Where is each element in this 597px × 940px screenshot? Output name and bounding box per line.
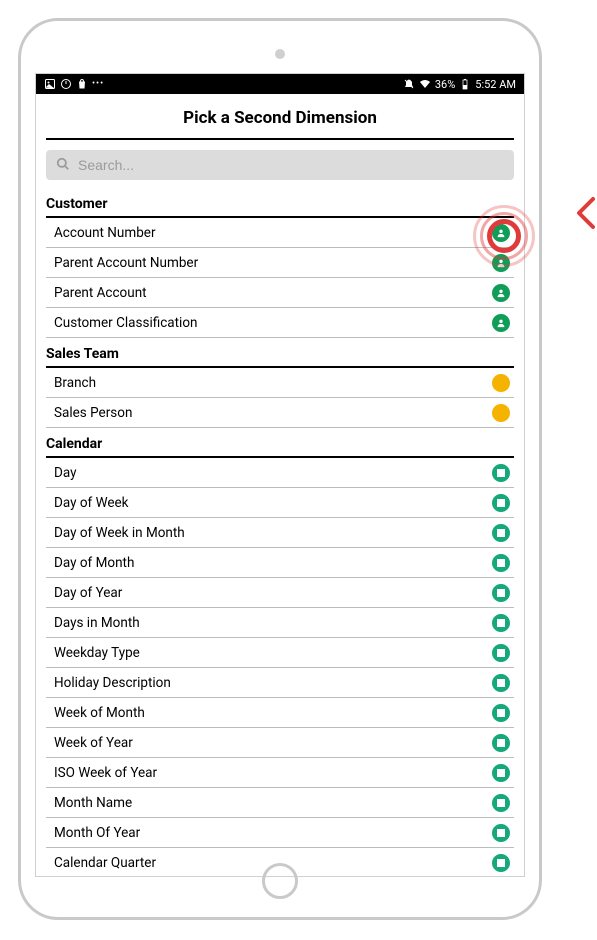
list-item[interactable]: Day: [46, 458, 514, 488]
list-item[interactable]: Sales Person: [46, 398, 514, 428]
wifi-icon: [419, 78, 431, 90]
list-item-label: Parent Account Number: [54, 255, 198, 271]
list-item[interactable]: Day of Week in Month: [46, 518, 514, 548]
list-item-label: Customer Classification: [54, 315, 197, 331]
section-header: Sales Team: [46, 338, 514, 368]
calendar-dimension-icon: [492, 674, 510, 692]
list-item-label: Calendar Quarter: [54, 855, 156, 871]
list-item-label: Day: [54, 465, 77, 481]
calendar-dimension-icon: [492, 704, 510, 722]
list-item-label: Week of Year: [54, 735, 133, 751]
calendar-dimension-icon: [492, 614, 510, 632]
search-input[interactable]: [78, 157, 504, 173]
calendar-dimension-icon: [492, 854, 510, 872]
arrow-indicator-icon: [575, 195, 597, 239]
section-header: Calendar: [46, 428, 514, 458]
list-item-label: Sales Person: [54, 405, 132, 421]
list-item[interactable]: Month Name: [46, 788, 514, 818]
battery-percent: 36%: [435, 78, 455, 91]
list-item[interactable]: Account Number: [46, 218, 514, 248]
list-item-label: Day of Week in Month: [54, 525, 185, 541]
calendar-dimension-icon: [492, 644, 510, 662]
sales-dimension-icon: [492, 404, 510, 422]
list-item-label: Parent Account: [54, 285, 147, 301]
list-item[interactable]: Week of Month: [46, 698, 514, 728]
search-bar[interactable]: [46, 150, 514, 180]
battery-icon: [459, 78, 471, 90]
tablet-frame: ••• 36% 5:52 AM Pick a Second Dimension: [18, 18, 542, 920]
calendar-dimension-icon: [492, 554, 510, 572]
list-item-label: Day of Month: [54, 555, 134, 571]
list-item[interactable]: Branch: [46, 368, 514, 398]
list-item-label: Days in Month: [54, 615, 140, 631]
list-item[interactable]: Customer Classification: [46, 308, 514, 338]
list-item-label: Month Name: [54, 795, 132, 811]
list-item-label: Weekday Type: [54, 645, 140, 661]
front-camera: [275, 49, 285, 59]
calendar-dimension-icon: [492, 494, 510, 512]
customer-dimension-icon: [492, 314, 510, 332]
list-item-label: ISO Week of Year: [54, 765, 157, 781]
sales-dimension-icon: [492, 374, 510, 392]
list-item-label: Day of Week: [54, 495, 129, 511]
customer-dimension-icon: [492, 224, 510, 242]
customer-dimension-icon: [492, 254, 510, 272]
section-header: Customer: [46, 188, 514, 218]
page-title: Pick a Second Dimension: [46, 94, 514, 140]
more-icon: •••: [92, 79, 104, 89]
clock-time: 5:52 AM: [475, 78, 516, 91]
power-icon: [60, 78, 72, 90]
calendar-dimension-icon: [492, 464, 510, 482]
list-item[interactable]: Holiday Description: [46, 668, 514, 698]
calendar-dimension-icon: [492, 764, 510, 782]
customer-dimension-icon: [492, 284, 510, 302]
list-item-label: Week of Month: [54, 705, 145, 721]
list-item-label: Month Of Year: [54, 825, 140, 841]
list-item[interactable]: Weekday Type: [46, 638, 514, 668]
list-item[interactable]: Day of Year: [46, 578, 514, 608]
list-item[interactable]: ISO Week of Year: [46, 758, 514, 788]
calendar-dimension-icon: [492, 734, 510, 752]
calendar-dimension-icon: [492, 794, 510, 812]
list-item[interactable]: Month Of Year: [46, 818, 514, 848]
search-icon: [56, 156, 70, 175]
list-item[interactable]: Parent Account Number: [46, 248, 514, 278]
mute-icon: [403, 78, 415, 90]
list-item[interactable]: Day of Week: [46, 488, 514, 518]
image-icon: [44, 78, 56, 90]
list-item[interactable]: Day of Month: [46, 548, 514, 578]
list-item[interactable]: Days in Month: [46, 608, 514, 638]
app-screen: ••• 36% 5:52 AM Pick a Second Dimension: [35, 73, 525, 877]
calendar-dimension-icon: [492, 824, 510, 842]
android-status-bar: ••• 36% 5:52 AM: [36, 74, 524, 94]
list-item-label: Branch: [54, 375, 96, 391]
list-item-label: Holiday Description: [54, 675, 171, 691]
list-item-label: Day of Year: [54, 585, 122, 601]
dimension-list: Customer Account Number Parent Account Num…: [36, 188, 524, 876]
home-button[interactable]: [262, 863, 298, 899]
list-item[interactable]: Week of Year: [46, 728, 514, 758]
list-item-label: Account Number: [54, 225, 156, 241]
list-item[interactable]: Parent Account: [46, 278, 514, 308]
bag-icon: [76, 78, 88, 90]
calendar-dimension-icon: [492, 524, 510, 542]
calendar-dimension-icon: [492, 584, 510, 602]
